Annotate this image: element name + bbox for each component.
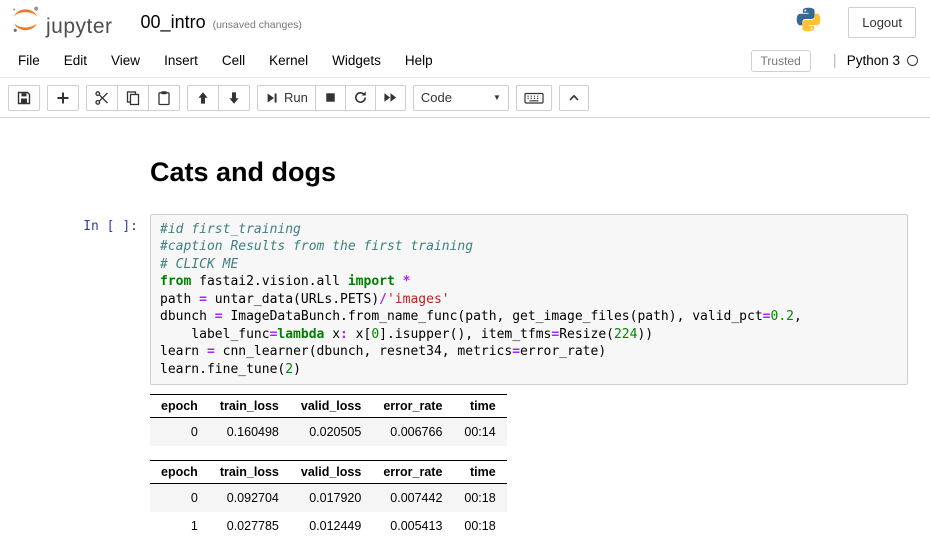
command-palette-button[interactable] (516, 85, 552, 111)
table-header-cell: error_rate (372, 461, 453, 484)
table-header-cell: epoch (150, 461, 209, 484)
move-cell-down-button[interactable] (218, 85, 250, 111)
table-cell: 0 (150, 484, 209, 513)
menu-file[interactable]: File (6, 46, 52, 75)
cell-type-dropdown[interactable]: Code ▼ (413, 85, 509, 111)
table-header-cell: time (453, 461, 506, 484)
add-cell-button[interactable] (47, 85, 79, 111)
table-cell: 0.007442 (372, 484, 453, 513)
table-cell: 0.092704 (209, 484, 290, 513)
kernel-name: Python 3 (847, 53, 900, 68)
training-results-table-1: epochtrain_lossvalid_losserror_ratetime0… (150, 394, 507, 446)
copy-icon (125, 90, 141, 106)
markdown-heading: Cats and dogs (150, 158, 336, 188)
save-icon (16, 90, 32, 106)
kernel-idle-icon (907, 55, 918, 66)
output-prompt (0, 394, 150, 554)
table-cell: 00:18 (453, 512, 506, 540)
run-button-label: Run (284, 90, 308, 105)
restart-run-all-button[interactable] (375, 85, 406, 111)
table-cell: 1 (150, 512, 209, 540)
table-cell: 0.017920 (290, 484, 372, 513)
table-cell: 00:14 (453, 418, 506, 447)
table-cell: 0.006766 (372, 418, 453, 447)
move-up-icon (195, 90, 211, 106)
header-top: jupyter 00_intro (unsaved changes) Logou… (0, 0, 930, 44)
menu-widgets[interactable]: Widgets (320, 46, 393, 75)
python-logo-icon (795, 6, 822, 38)
table-header-cell: valid_loss (290, 395, 372, 418)
jupyter-wordmark: jupyter (46, 16, 113, 40)
keyboard-icon (524, 90, 544, 106)
table-cell: 0.020505 (290, 418, 372, 447)
menubar-right: Trusted | Python 3 (751, 50, 924, 72)
paste-icon (156, 90, 172, 106)
table-cell: 0.160498 (209, 418, 290, 447)
logout-button[interactable]: Logout (848, 7, 916, 38)
training-results-table-2: epochtrain_lossvalid_losserror_ratetime0… (150, 460, 507, 540)
run-icon (265, 91, 279, 105)
checkpoint-status: (unsaved changes) (213, 14, 302, 31)
menu-kernel[interactable]: Kernel (257, 46, 320, 75)
menu-insert[interactable]: Insert (152, 46, 210, 75)
table-cell: 0.027785 (209, 512, 290, 540)
chevron-up-icon (567, 91, 581, 105)
table-header-cell: error_rate (372, 395, 453, 418)
save-button[interactable] (8, 85, 40, 111)
restart-kernel-button[interactable] (345, 85, 376, 111)
code-cell-output: epochtrain_lossvalid_losserror_ratetime0… (0, 394, 930, 554)
menubar: File Edit View Insert Cell Kernel Widget… (0, 44, 930, 78)
markdown-prompt (0, 158, 150, 214)
notebook: Cats and dogs In [ ]: #id first_training… (0, 118, 930, 554)
move-down-icon (226, 90, 242, 106)
notebook-title[interactable]: 00_intro (141, 12, 206, 33)
cut-icon (94, 90, 110, 106)
cut-cell-button[interactable] (86, 85, 118, 111)
table-cell: 0 (150, 418, 209, 447)
move-cell-up-button[interactable] (187, 85, 219, 111)
header: jupyter 00_intro (unsaved changes) Logou… (0, 0, 930, 118)
trusted-badge[interactable]: Trusted (751, 50, 811, 72)
table-header-cell: train_loss (209, 395, 290, 418)
add-cell-icon (55, 90, 71, 106)
table-cell: 00:18 (453, 484, 506, 513)
menu-view[interactable]: View (99, 46, 152, 75)
interrupt-icon (323, 90, 338, 105)
separator: | (833, 52, 837, 69)
paste-cell-button[interactable] (148, 85, 180, 111)
markdown-cell[interactable]: Cats and dogs (0, 158, 930, 214)
scroll-up-button[interactable] (559, 85, 589, 111)
cell-type-value: Code (421, 90, 452, 105)
menu-edit[interactable]: Edit (52, 46, 99, 75)
dropdown-caret-icon: ▼ (493, 93, 501, 102)
restart-run-all-icon (383, 90, 398, 105)
table-cell: 0.012449 (290, 512, 372, 540)
code-cell-input: In [ ]: #id first_training#caption Resul… (0, 214, 930, 386)
table-row: 00.1604980.0205050.00676600:14 (150, 418, 507, 447)
jupyter-logo-icon (10, 4, 41, 40)
table-row: 10.0277850.0124490.00541300:18 (150, 512, 507, 540)
table-header-cell: epoch (150, 395, 209, 418)
table-header-cell: train_loss (209, 461, 290, 484)
copy-cell-button[interactable] (117, 85, 149, 111)
code-editor[interactable]: #id first_training#caption Results from … (150, 214, 908, 386)
input-prompt: In [ ]: (0, 214, 150, 386)
restart-icon (353, 90, 368, 105)
interrupt-kernel-button[interactable] (315, 85, 346, 111)
jupyter-logo[interactable]: jupyter (10, 4, 113, 40)
table-header-cell: valid_loss (290, 461, 372, 484)
table-header-cell: time (453, 395, 506, 418)
output-area: epochtrain_lossvalid_losserror_ratetime0… (150, 394, 507, 554)
run-button[interactable]: Run (257, 85, 316, 111)
menu-help[interactable]: Help (393, 46, 445, 75)
table-cell: 0.005413 (372, 512, 453, 540)
table-row: 00.0927040.0179200.00744200:18 (150, 484, 507, 513)
toolbar: Run Code ▼ (0, 78, 930, 117)
header-right: Logout (795, 6, 920, 38)
menu-cell[interactable]: Cell (210, 46, 257, 75)
